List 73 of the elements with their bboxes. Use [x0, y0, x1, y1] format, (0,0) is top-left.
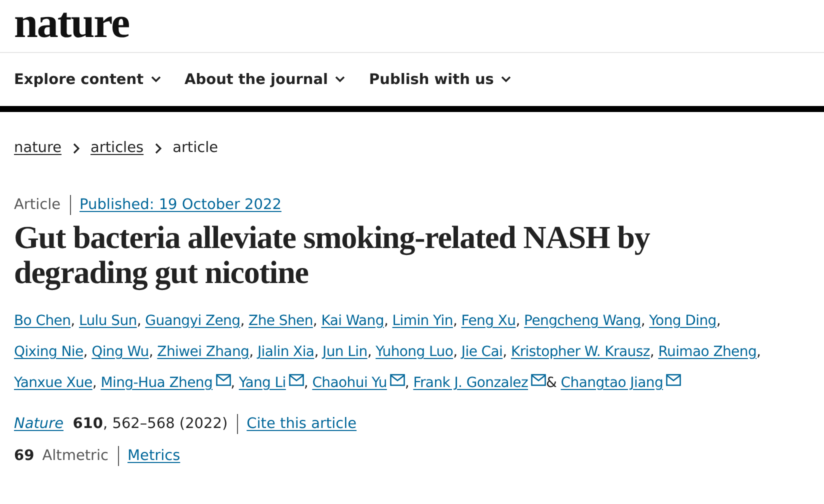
author-link[interactable]: Bo Chen	[14, 313, 71, 329]
author-separator: ,	[640, 313, 645, 329]
author-link[interactable]: Feng Xu	[461, 313, 516, 329]
author-separator: ,	[452, 313, 458, 329]
nav-menu-item[interactable]: Explore content	[14, 72, 161, 88]
site-logo[interactable]: nature	[14, 2, 130, 44]
author-separator: ,	[314, 344, 318, 360]
author-link[interactable]: Kristopher W. Krausz	[510, 344, 650, 360]
author-link[interactable]: Zhe Shen	[248, 313, 313, 329]
nav-menu-item[interactable]: Publish with us	[369, 72, 511, 88]
author-separator: ,	[502, 344, 507, 360]
author-link[interactable]: Limin Yin	[392, 313, 453, 329]
author-separator: ,	[249, 344, 254, 360]
published-date-link[interactable]: Published: 19 October 2022	[80, 197, 282, 213]
envelope-icon[interactable]	[390, 374, 405, 386]
chevron-down-icon	[500, 76, 511, 83]
citation-details: 610, 562–568 (2022)	[72, 416, 228, 432]
envelope-icon[interactable]	[288, 374, 304, 386]
author-separator: ,	[516, 313, 520, 329]
envelope-icon[interactable]	[216, 374, 231, 386]
author-link[interactable]: Yuhong Luo	[376, 344, 454, 360]
altmetric-score: 69	[14, 448, 34, 464]
author-link[interactable]: Changtao Jiang	[560, 375, 664, 391]
author-separator: ,	[148, 344, 153, 360]
author-link[interactable]: Pengcheng Wang	[524, 313, 641, 329]
author-separator: ,	[367, 344, 372, 360]
metrics-link[interactable]: Metrics	[128, 448, 180, 464]
cite-link[interactable]: Cite this article	[246, 416, 357, 432]
author-separator: ,	[453, 344, 458, 360]
author-link[interactable]: Lulu Sun	[78, 313, 137, 329]
author-separator: ,	[83, 344, 88, 360]
author-link[interactable]: Chaohui Yu	[312, 375, 387, 391]
author-separator: ,	[304, 375, 308, 391]
author-link[interactable]: Qing Wu	[92, 344, 149, 360]
author-separator: ,	[756, 344, 761, 360]
author-separator: ,	[136, 313, 141, 329]
author-link[interactable]: Guangyi Zeng	[145, 313, 240, 329]
author-separator: &	[546, 375, 557, 391]
author-link[interactable]: Yang Li	[238, 375, 286, 391]
author-link[interactable]: Kai Wang	[321, 313, 384, 329]
article-title: Gut bacteria alleviate smoking-related NASH by degrading gut nicotine	[14, 220, 651, 290]
author-separator: ,	[92, 375, 97, 391]
author-link[interactable]: Qixing Nie	[14, 344, 84, 360]
author-link[interactable]: Frank J. Gonzalez	[413, 375, 528, 391]
chevron-down-icon	[335, 76, 346, 83]
altmetric-label: Altmetric	[42, 448, 109, 464]
chevron-down-icon	[150, 76, 161, 83]
author-link[interactable]: Yong Ding	[649, 313, 716, 329]
author-separator: ,	[70, 313, 75, 329]
author-separator: ,	[230, 375, 235, 391]
author-separator: ,	[312, 313, 318, 329]
nav-menu-item[interactable]: About the journal	[184, 72, 346, 88]
breadcrumb-link[interactable]: nature	[14, 140, 62, 156]
author-link[interactable]: Jialin Xia	[257, 344, 314, 360]
envelope-icon[interactable]	[666, 374, 682, 386]
author-link[interactable]: Ming-Hua Zheng	[100, 375, 213, 391]
author-link[interactable]: Zhiwei Zhang	[157, 344, 250, 360]
author-link[interactable]: Yanxue Xue	[14, 375, 92, 391]
envelope-icon[interactable]	[531, 374, 546, 386]
chevron-right-icon	[72, 142, 80, 154]
author-separator: ,	[404, 375, 410, 391]
chevron-right-icon	[154, 142, 162, 154]
journal-link[interactable]: Nature	[14, 416, 64, 432]
author-link[interactable]: Jie Cai	[461, 344, 503, 360]
author-separator: ,	[650, 344, 654, 360]
author-link[interactable]: Ruimao Zheng	[658, 344, 757, 360]
author-link[interactable]: Jun Lin	[322, 344, 368, 360]
breadcrumb-link[interactable]: articles	[90, 140, 144, 156]
breadcrumb-current: article	[172, 140, 218, 156]
article-type: Article	[14, 197, 61, 213]
author-separator: ,	[716, 313, 721, 329]
author-separator: ,	[240, 313, 244, 329]
author-separator: ,	[384, 313, 388, 329]
